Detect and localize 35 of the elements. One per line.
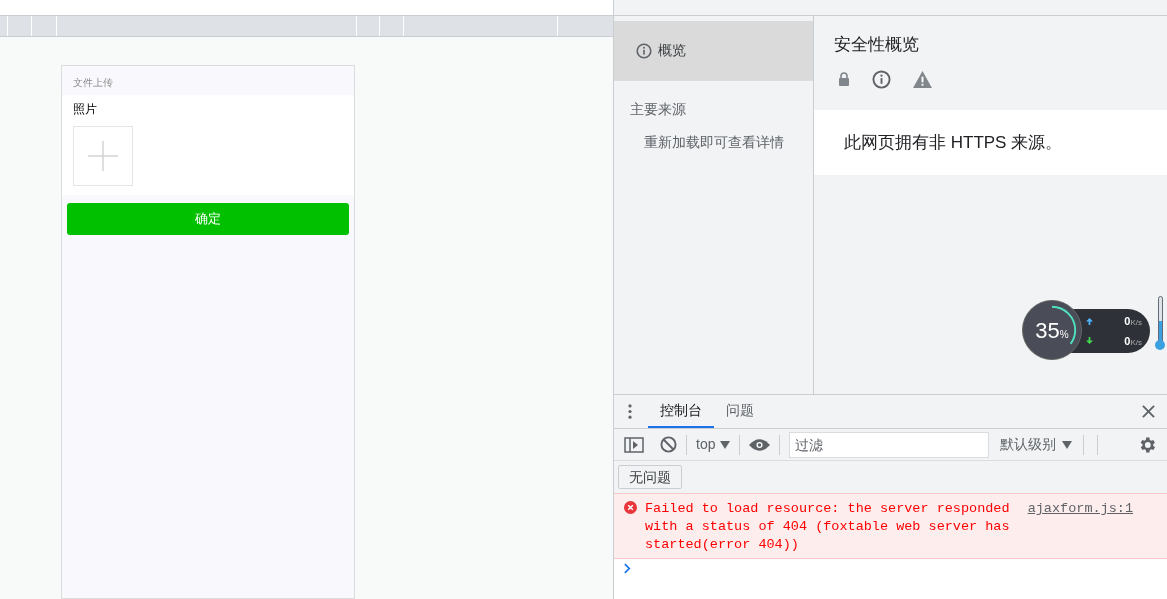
context-dropdown[interactable]: top xyxy=(696,434,731,455)
section-title: 主要来源 xyxy=(629,100,687,119)
eye-icon[interactable] xyxy=(749,437,771,452)
close-icon[interactable] xyxy=(1142,405,1155,418)
sidebar-item[interactable]: 概览 xyxy=(614,21,813,81)
thermometer-icon xyxy=(1155,296,1165,352)
caret-icon xyxy=(1062,440,1073,449)
log-level-dropdown[interactable]: 默认级别 xyxy=(1000,434,1073,455)
prompt-icon[interactable] xyxy=(624,563,631,574)
cpu-value: 35% xyxy=(1035,316,1069,345)
download-speed: 0K/s xyxy=(1124,333,1142,349)
upload-speed: 0K/s xyxy=(1124,314,1142,329)
block-icon[interactable] xyxy=(660,436,677,453)
info-icon xyxy=(872,69,891,89)
field-label: 照片 xyxy=(73,101,98,118)
reload-hint: 重新加载即可查看详情 xyxy=(643,133,785,152)
source-link[interactable]: ajaxform.js:1 xyxy=(1027,500,1133,518)
arrow-up-icon xyxy=(1086,317,1093,325)
plus-icon xyxy=(88,141,118,171)
warning-icon xyxy=(913,70,932,88)
security-message: 此网页拥有非 HTTPS 来源。 xyxy=(844,131,1063,154)
drawer-tab[interactable]: 控制台 xyxy=(648,395,714,428)
error-icon xyxy=(624,501,637,514)
arrow-down-icon xyxy=(1086,337,1093,345)
drawer-tab[interactable]: 问题 xyxy=(714,395,766,428)
lock-icon xyxy=(838,72,850,86)
info-icon xyxy=(636,42,652,59)
more-menu-icon[interactable] xyxy=(628,404,632,419)
issues-button[interactable]: 无问题 xyxy=(618,465,682,489)
form-header: 文件上传 xyxy=(72,76,114,90)
security-title: 安全性概览 xyxy=(834,34,920,56)
caret-icon xyxy=(720,440,731,449)
sidebar-toggle-icon[interactable] xyxy=(624,436,644,453)
error-text: Failed to load resource: the server responded with a status of 404 (foxtable web server has started(error 404)) xyxy=(645,500,1011,554)
filter-field[interactable]: 过滤 xyxy=(789,431,990,458)
